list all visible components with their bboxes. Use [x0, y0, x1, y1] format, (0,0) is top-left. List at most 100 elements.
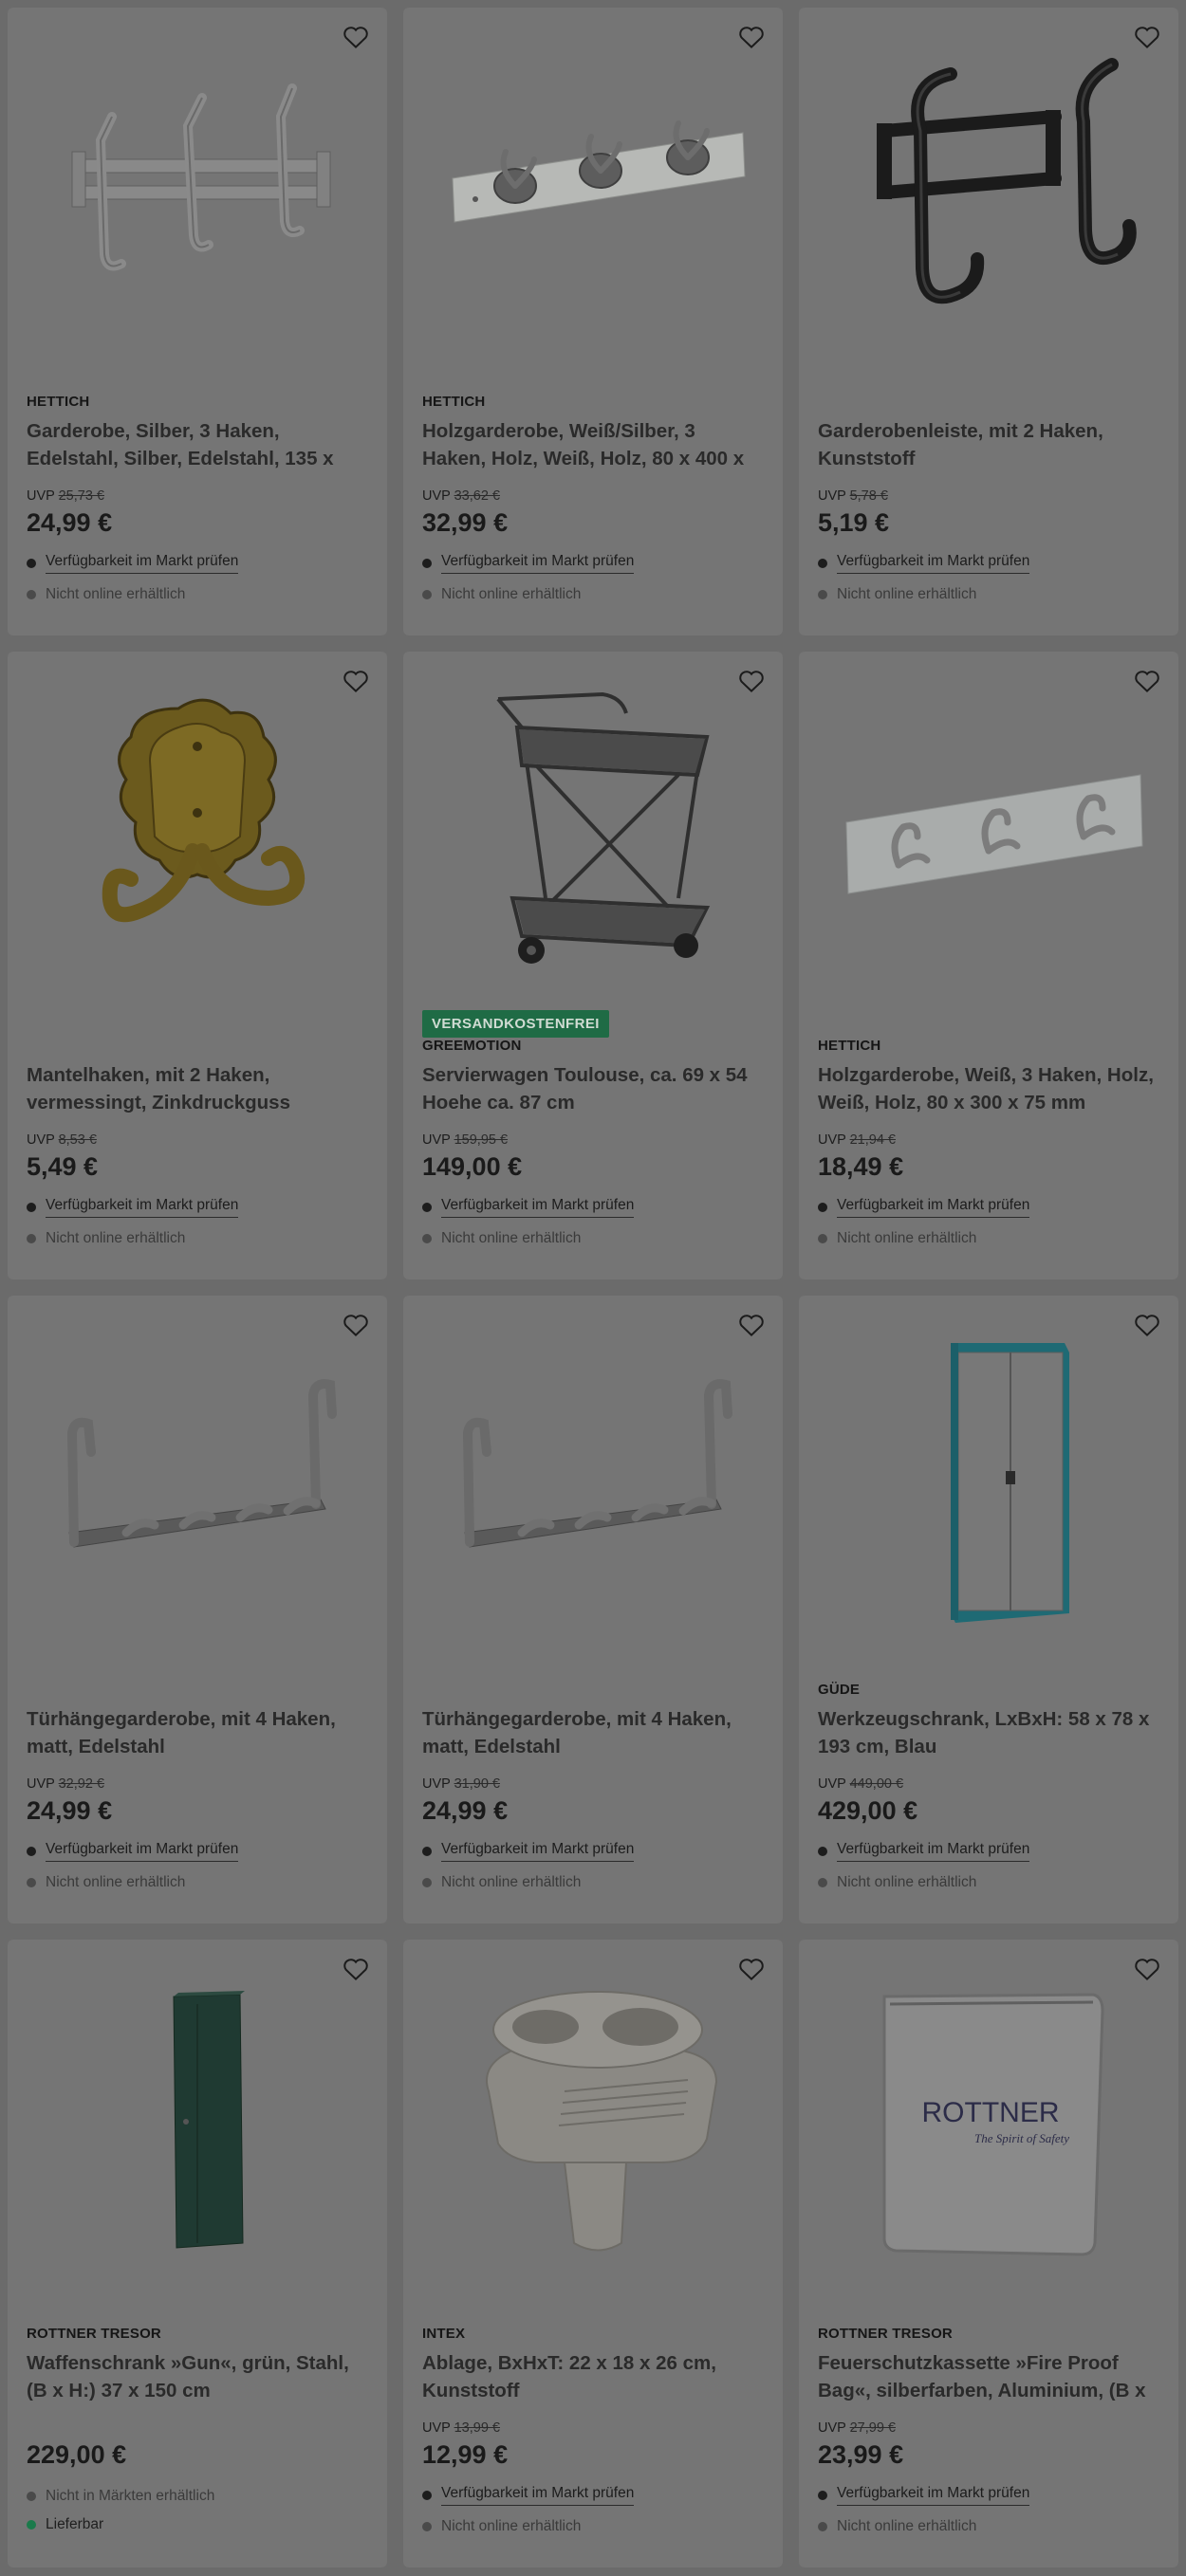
- product-card[interactable]: HETTICH Garderobe, Silber, 3 Haken, Edel…: [8, 8, 387, 635]
- availability-link[interactable]: Verfügbarkeit im Markt prüfen: [441, 2485, 635, 2506]
- product-image[interactable]: [403, 8, 783, 368]
- availability-check[interactable]: Verfügbarkeit im Markt prüfen: [27, 551, 368, 576]
- status-dot-icon: [422, 559, 432, 568]
- product-image[interactable]: [8, 1296, 387, 1656]
- product-title[interactable]: Türhängegarderobe, mit 4 Haken, matt, Ed…: [27, 1705, 368, 1760]
- gun-safe-icon: [173, 1991, 245, 2249]
- availability-check[interactable]: Verfügbarkeit im Markt prüfen: [422, 1195, 764, 1220]
- white-wood-coat-rack-icon: [845, 774, 1143, 894]
- product-card[interactable]: INTEX Ablage, BxHxT: 22 x 18 x 26 cm, Ku…: [403, 1940, 783, 2567]
- availability-link[interactable]: Verfügbarkeit im Markt prüfen: [441, 553, 635, 574]
- availability-link[interactable]: Verfügbarkeit im Markt prüfen: [837, 1197, 1030, 1218]
- product-title[interactable]: Garderobe, Silber, 3 Haken, Edelstahl, S…: [27, 417, 368, 472]
- uvp-label: UVP: [422, 2420, 451, 2436]
- product-title[interactable]: Holzgarderobe, Weiß/Silber, 3 Haken, Hol…: [422, 417, 764, 472]
- product-info: HETTICH Holzgarderobe, Weiß, 3 Haken, Ho…: [818, 1037, 1159, 1248]
- product-info: ROTTNER TRESOR Waffenschrank »Gun«, grün…: [27, 2325, 368, 2534]
- online-status: Nicht online erhältlich: [27, 585, 368, 604]
- uvp-price: UVP 27,99 €: [818, 2420, 1159, 2438]
- uvp-price: UVP 5,78 €: [818, 488, 1159, 506]
- product-brand: HETTICH: [818, 1038, 881, 1054]
- availability-link[interactable]: Verfügbarkeit im Markt prüfen: [46, 553, 239, 574]
- uvp-label: UVP: [27, 1132, 55, 1148]
- product-brand: HETTICH: [422, 394, 486, 410]
- product-brand: HETTICH: [27, 394, 90, 410]
- product-card[interactable]: Türhängegarderobe, mit 4 Haken, matt, Ed…: [8, 1296, 387, 1923]
- wooden-coat-rack-icon: [452, 120, 746, 223]
- availability-check[interactable]: Verfügbarkeit im Markt prüfen: [422, 2483, 764, 2508]
- availability-link[interactable]: Verfügbarkeit im Markt prüfen: [837, 2485, 1030, 2506]
- delivery-status-text: Lieferbar: [46, 2516, 104, 2532]
- rottner-slogan: The Spirit of Safety: [974, 2131, 1069, 2145]
- product-card[interactable]: GÜDE Werkzeugschrank, LxBxH: 58 x 78 x 1…: [799, 1296, 1178, 1923]
- uvp-price: UVP 31,90 €: [422, 1776, 764, 1794]
- product-title[interactable]: Türhängegarderobe, mit 4 Haken, matt, Ed…: [422, 1705, 764, 1760]
- status-dot-icon: [818, 590, 827, 599]
- availability-link[interactable]: Verfügbarkeit im Markt prüfen: [46, 1197, 239, 1218]
- product-image[interactable]: [8, 1940, 387, 2300]
- availability-check[interactable]: Verfügbarkeit im Markt prüfen: [27, 1839, 368, 1864]
- product-card[interactable]: Garderobenleiste, mit 2 Haken, Kunststof…: [799, 8, 1178, 635]
- uvp-value: 449,00 €: [849, 1776, 904, 1792]
- availability-check[interactable]: Verfügbarkeit im Markt prüfen: [818, 2483, 1159, 2508]
- product-image[interactable]: [403, 1940, 783, 2300]
- product-image[interactable]: [799, 1296, 1178, 1656]
- product-title[interactable]: Werkzeugschrank, LxBxH: 58 x 78 x 193 cm…: [818, 1705, 1159, 1760]
- free-shipping-badge: VERSANDKOSTENFREI: [422, 1010, 609, 1038]
- product-title[interactable]: Waffenschrank »Gun«, grün, Stahl, (B x H…: [27, 2349, 368, 2404]
- status-dot-icon: [422, 2491, 432, 2500]
- status-dot-icon: [27, 1847, 36, 1856]
- online-status-text: Nicht online erhältlich: [441, 1230, 582, 1246]
- product-title[interactable]: Holzgarderobe, Weiß, 3 Haken, Holz, Weiß…: [818, 1061, 1159, 1116]
- availability-check[interactable]: Verfügbarkeit im Markt prüfen: [818, 1195, 1159, 1220]
- uvp-price: UVP 33,62 €: [422, 488, 764, 506]
- product-title[interactable]: Garderobenleiste, mit 2 Haken, Kunststof…: [818, 417, 1159, 472]
- uvp-label: UVP: [818, 1776, 846, 1792]
- product-title[interactable]: Feuerschutzkassette »Fire Proof Bag«, si…: [818, 2349, 1159, 2404]
- product-image[interactable]: ROTTNER The Spirit of Safety: [799, 1940, 1178, 2300]
- uvp-value: 159,95 €: [454, 1132, 509, 1148]
- product-image[interactable]: [8, 8, 387, 368]
- product-info: ROTTNER TRESOR Feuerschutzkassette »Fire…: [818, 2325, 1159, 2536]
- product-card[interactable]: HETTICH Holzgarderobe, Weiß, 3 Haken, Ho…: [799, 652, 1178, 1279]
- product-title[interactable]: Mantelhaken, mit 2 Haken, vermessingt, Z…: [27, 1061, 368, 1116]
- availability-check[interactable]: Verfügbarkeit im Markt prüfen: [818, 551, 1159, 576]
- availability-check[interactable]: Verfügbarkeit im Markt prüfen: [818, 1839, 1159, 1864]
- product-image[interactable]: [403, 652, 783, 1012]
- product-image[interactable]: [799, 652, 1178, 1012]
- availability-check[interactable]: Verfügbarkeit im Markt prüfen: [422, 551, 764, 576]
- product-card[interactable]: Mantelhaken, mit 2 Haken, vermessingt, Z…: [8, 652, 387, 1279]
- product-price: 5,49 €: [27, 1152, 99, 1181]
- product-price: 5,19 €: [818, 508, 890, 537]
- product-card[interactable]: HETTICH Holzgarderobe, Weiß/Silber, 3 Ha…: [403, 8, 783, 635]
- status-dot-icon: [818, 1203, 827, 1212]
- availability-link[interactable]: Verfügbarkeit im Markt prüfen: [46, 1841, 239, 1862]
- product-price: 24,99 €: [27, 508, 113, 537]
- availability-check[interactable]: Verfügbarkeit im Markt prüfen: [27, 1195, 368, 1220]
- availability-link[interactable]: Verfügbarkeit im Markt prüfen: [837, 1841, 1030, 1862]
- product-image[interactable]: [8, 652, 387, 1012]
- availability-link[interactable]: Verfügbarkeit im Markt prüfen: [441, 1841, 635, 1862]
- status-dot-icon: [422, 590, 432, 599]
- availability-link[interactable]: Verfügbarkeit im Markt prüfen: [441, 1197, 635, 1218]
- status-dot-icon: [818, 1878, 827, 1887]
- product-card[interactable]: Türhängegarderobe, mit 4 Haken, matt, Ed…: [403, 1296, 783, 1923]
- product-title[interactable]: Ablage, BxHxT: 22 x 18 x 26 cm, Kunststo…: [422, 2349, 764, 2404]
- uvp-label: UVP: [27, 488, 55, 504]
- product-image[interactable]: [799, 8, 1178, 368]
- product-price: 229,00 €: [27, 2440, 127, 2469]
- product-image[interactable]: [403, 1296, 783, 1656]
- product-card[interactable]: ROTTNER TRESOR Waffenschrank »Gun«, grün…: [8, 1940, 387, 2567]
- online-status: Nicht online erhältlich: [422, 1873, 764, 1892]
- status-dot-icon: [27, 1234, 36, 1243]
- uvp-label: UVP: [422, 488, 451, 504]
- product-card[interactable]: VERSANDKOSTENFREI GREEMOTION Servierwage…: [403, 652, 783, 1279]
- product-title[interactable]: Servierwagen Toulouse, ca. 69 x 54 Hoehe…: [422, 1061, 764, 1116]
- availability-check[interactable]: Verfügbarkeit im Markt prüfen: [422, 1839, 764, 1864]
- availability-link[interactable]: Verfügbarkeit im Markt prüfen: [837, 553, 1030, 574]
- product-card[interactable]: ROTTNER The Spirit of Safety ROTTNER TRE…: [799, 1940, 1178, 2567]
- product-brand: [818, 393, 1159, 412]
- coat-rack-silver-icon: [71, 83, 331, 271]
- product-info: Türhängegarderobe, mit 4 Haken, matt, Ed…: [422, 1681, 764, 1892]
- status-dot-icon: [818, 2491, 827, 2500]
